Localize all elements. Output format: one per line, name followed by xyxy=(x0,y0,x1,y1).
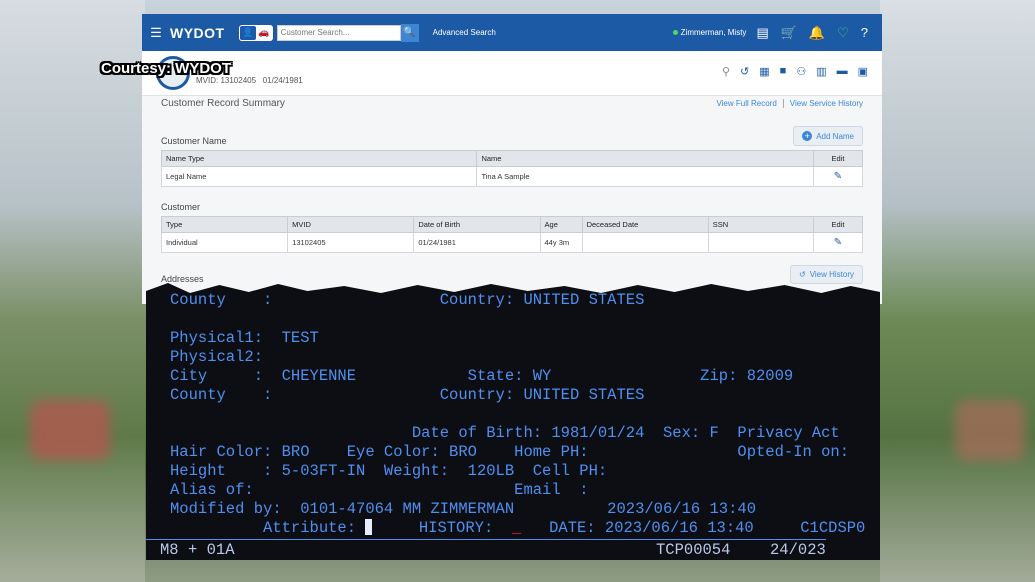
briefcase-icon[interactable]: ■ xyxy=(780,65,787,78)
terminal-line: Hair Color: BRO Eye Color: BRO Home PH: … xyxy=(170,443,850,461)
terminal-line: County : Country: UNITED STATES xyxy=(170,291,645,309)
section-heading: Customer xyxy=(161,202,201,212)
toolbar-icons: ▤ 🛒 🔔 ♡ ? xyxy=(756,25,868,41)
id-card-icon[interactable]: ▤ xyxy=(756,25,768,41)
menu-icon[interactable]: ☰ xyxy=(142,25,170,41)
terminal-line: Physical1: TEST xyxy=(170,329,319,347)
customer-actions: ⚲ ↺ ▦ ■ ⚇ ▥ ▬ ▣ xyxy=(722,65,868,78)
people-icon[interactable]: ⚇ xyxy=(796,65,806,78)
view-service-history-link[interactable]: View Service History xyxy=(782,98,863,108)
online-status-icon xyxy=(672,30,678,35)
section-heading: Addresses xyxy=(161,274,204,284)
car-icon[interactable]: 🚗 xyxy=(256,26,272,40)
status-field: 24/023 xyxy=(770,541,826,559)
status-field: TCP00054 xyxy=(656,541,731,559)
view-history-button[interactable]: ↺ View History xyxy=(789,265,863,284)
status-divider xyxy=(146,539,826,540)
terminal-line: Date of Birth: 1981/01/24 Sex: F Privacy… xyxy=(170,424,840,442)
user-name: Zimmerman, Misty xyxy=(680,28,747,37)
edit-icon[interactable]: ✎ xyxy=(834,171,842,182)
customer-header: MVID: 13102405 01/24/1981 ⚲ ↺ ▦ ■ ⚇ ▥ ▬ … xyxy=(142,51,882,96)
background-left xyxy=(0,0,145,582)
courtesy-caption: Courtesy: WYDOT xyxy=(101,60,232,77)
view-full-record-link[interactable]: View Full Record xyxy=(716,99,776,108)
history-icon: ↺ xyxy=(798,270,806,279)
customer-name-table: Name Type Name Edit Legal Name Tina A Sa… xyxy=(160,150,863,187)
cart-icon[interactable]: 🛒 xyxy=(781,25,797,41)
customer-dob: 01/24/1981 xyxy=(262,75,303,85)
terminal-line: Height : 5-03FT-IN Weight: 120LB Cell PH… xyxy=(170,462,608,480)
heart-icon[interactable]: ♡ xyxy=(837,25,849,41)
table-row: Legal Name Tina A Sample ✎ xyxy=(160,166,863,187)
history-input[interactable]: _ xyxy=(512,519,521,537)
search-input[interactable] xyxy=(276,24,401,41)
plus-icon: + xyxy=(802,131,813,141)
table-row: Individual 13102405 01/24/1981 44y 3m ✎ xyxy=(160,232,863,253)
add-name-button[interactable]: + Add Name xyxy=(793,126,863,146)
mainframe-terminal: County : Country: UNITED STATES Physical… xyxy=(146,283,880,560)
app-logo[interactable]: WYDOT xyxy=(170,25,225,41)
document-icon[interactable]: ▥ xyxy=(816,65,826,78)
bell-icon[interactable]: 🔔 xyxy=(809,25,825,41)
user-status[interactable]: Zimmerman, Misty xyxy=(672,28,747,37)
person-icon[interactable]: ⚲ xyxy=(722,65,730,78)
record-summary-panel: Customer Record Summary View Full Record… xyxy=(142,96,882,284)
terminal-line: City : CHEYENNE State: WY Zip: 82009 xyxy=(170,367,794,385)
web-app-window: ☰ WYDOT 👤 🚗 🔍 Advanced Search Zimmerman,… xyxy=(142,14,882,304)
help-icon[interactable]: ? xyxy=(861,25,868,41)
card-icon[interactable]: ▬ xyxy=(837,65,848,78)
section-heading: Customer Name xyxy=(161,136,227,146)
panel-title: Customer Record Summary xyxy=(161,97,285,109)
background-shape xyxy=(30,400,110,460)
terminal-line: Modified by: 0101-47064 MM ZIMMERMAN 202… xyxy=(170,500,756,518)
table-header: Name Type Name Edit xyxy=(160,150,863,167)
table-header: Type MVID Date of Birth Age Deceased Dat… xyxy=(160,216,863,233)
terminal-line: Attribute: HISTORY: _ DATE: 2023/06/16 1… xyxy=(170,519,866,537)
customer-table: Type MVID Date of Birth Age Deceased Dat… xyxy=(160,216,863,253)
calendar-icon[interactable]: ▣ xyxy=(858,65,868,78)
background-right xyxy=(880,0,1035,582)
advanced-search-link[interactable]: Advanced Search xyxy=(433,28,496,37)
history-icon[interactable]: ↺ xyxy=(740,65,749,78)
terminal-line: Alias of: Email : xyxy=(170,481,589,499)
status-field: M8 xyxy=(160,541,179,559)
search-mode-toggle: 👤 🚗 xyxy=(238,24,273,41)
customer-search: 🔍 xyxy=(276,23,419,42)
license-icon[interactable]: ▦ xyxy=(759,65,769,78)
terminal-line: County : Country: UNITED STATES xyxy=(170,386,645,404)
terminal-line: Physical2: xyxy=(170,348,264,366)
top-navbar: ☰ WYDOT 👤 🚗 🔍 Advanced Search Zimmerman,… xyxy=(142,14,882,51)
status-field: + 01A xyxy=(188,541,235,559)
search-icon[interactable]: 🔍 xyxy=(400,23,419,42)
person-icon[interactable]: 👤 xyxy=(239,25,256,40)
background-shape xyxy=(955,400,1025,460)
edit-icon[interactable]: ✎ xyxy=(834,237,842,248)
